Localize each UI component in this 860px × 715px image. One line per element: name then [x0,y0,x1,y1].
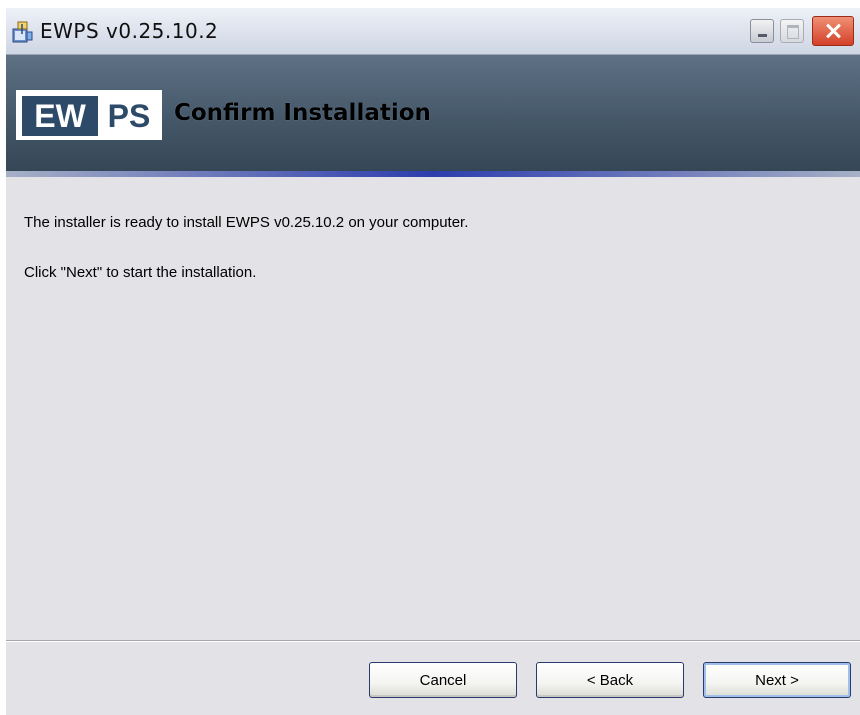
window-title: EWPS v0.25.10.2 [40,19,219,43]
installer-window: EWPS v0.25.10.2 EW PS Confirm Installati… [6,8,860,715]
content-area: The installer is ready to install EWPS v… [6,178,860,644]
close-button[interactable] [812,16,854,46]
instruction-message: Click "Next" to start the installation. [24,264,257,281]
next-button[interactable]: Next > [703,662,851,698]
cancel-button[interactable]: Cancel [369,662,517,698]
installer-package-icon [10,20,34,44]
ready-message: The installer is ready to install EWPS v… [24,214,469,231]
banner-divider [6,171,860,177]
back-button[interactable]: < Back [536,662,684,698]
button-bar-divider [6,640,860,642]
title-bar[interactable]: EWPS v0.25.10.2 [6,8,860,55]
maximize-button [780,19,804,43]
ewps-logo: EW PS [16,90,162,140]
minimize-button[interactable] [750,19,774,43]
logo-ew-text: EW [22,96,98,136]
logo-ps-text: PS [100,96,158,136]
page-title: Confirm Installation [174,100,431,126]
